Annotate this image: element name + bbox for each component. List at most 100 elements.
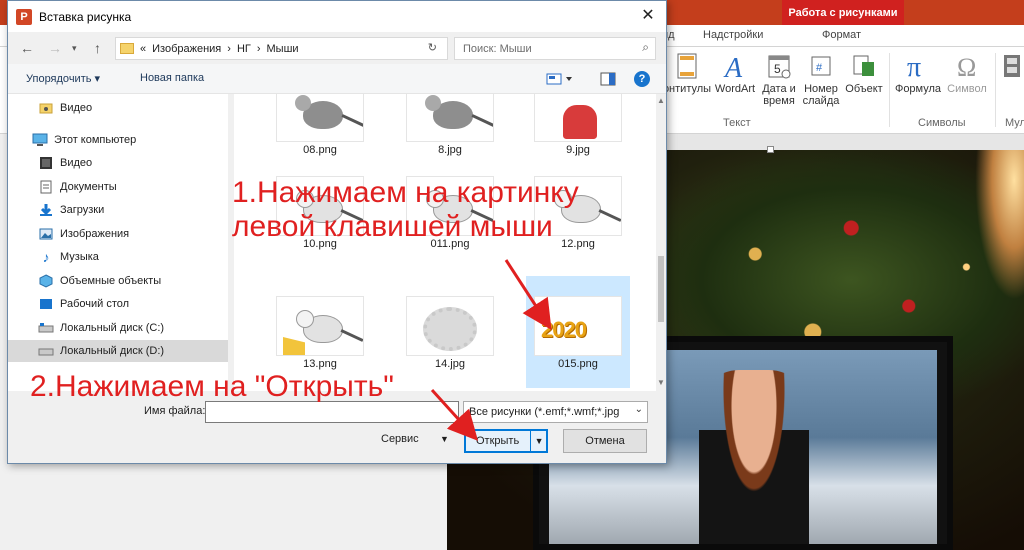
- nav-item-desktop[interactable]: Рабочий стол: [38, 293, 228, 315]
- svg-text:Ω: Ω: [957, 53, 976, 80]
- mouse-image: [295, 95, 343, 129]
- address-bar[interactable]: « Изображения › НГ › Мыши ↻: [115, 37, 448, 60]
- object-icon: [849, 51, 879, 81]
- file-name: 015.png: [558, 358, 598, 370]
- file-item[interactable]: 8.jpg: [398, 94, 502, 174]
- file-thumbnail: [406, 296, 494, 356]
- nav-item-drive-d[interactable]: Локальный диск (D:): [8, 340, 228, 362]
- preview-pane-icon[interactable]: [600, 72, 616, 86]
- file-thumbnail: 2020: [534, 296, 622, 356]
- forward-arrow-icon[interactable]: →: [48, 40, 62, 56]
- file-type-filter[interactable]: Все рисунки (*.emf;*.wmf;*.jpg ⌄: [463, 401, 648, 423]
- search-input[interactable]: Поиск: Мыши ⌕: [454, 37, 656, 60]
- breadcrumb-separator: ›: [256, 42, 261, 55]
- file-name: 9.jpg: [566, 144, 590, 156]
- file-thumbnail: [276, 94, 364, 142]
- nav-item-pictures[interactable]: Изображения: [38, 223, 228, 245]
- date-time-button[interactable]: 5 Дата и время: [760, 51, 798, 107]
- pi-icon: π: [903, 51, 933, 81]
- dialog-title: Вставка рисунка: [39, 9, 132, 24]
- svg-text:A: A: [723, 53, 743, 80]
- file-list-scrollbar[interactable]: ▲ ▼: [656, 94, 666, 391]
- music-icon: ♪: [42, 249, 50, 265]
- file-item[interactable]: 9.jpg: [526, 94, 630, 174]
- file-thumbnail: [534, 94, 622, 142]
- header-footer-button[interactable]: онтитулы: [663, 51, 711, 95]
- tools-dropdown-icon[interactable]: ▼: [440, 434, 449, 444]
- file-item-selected[interactable]: 2020 015.png: [526, 276, 630, 388]
- tab-format[interactable]: Формат: [822, 29, 861, 41]
- refresh-icon[interactable]: ↻: [428, 41, 437, 54]
- nav-item-video[interactable]: Видео: [38, 152, 228, 174]
- symbol-button[interactable]: Ω Символ: [944, 51, 990, 95]
- organize-button[interactable]: Упорядочить ▾: [26, 72, 100, 85]
- breadcrumb-overflow[interactable]: «: [140, 43, 146, 55]
- nav-item-video-top[interactable]: Видео: [38, 97, 228, 119]
- file-item[interactable]: 08.png: [268, 94, 372, 174]
- nav-item-documents[interactable]: Документы: [38, 176, 228, 198]
- nav-item-3d-objects[interactable]: Объемные объекты: [38, 270, 228, 292]
- scroll-down-icon[interactable]: ▼: [657, 378, 665, 387]
- pictures-icon: [38, 227, 54, 241]
- breadcrumb-mice[interactable]: Мыши: [267, 43, 299, 55]
- media-button[interactable]: [1000, 51, 1024, 83]
- selection-handle[interactable]: [767, 146, 774, 153]
- close-icon[interactable]: ✕: [638, 7, 658, 27]
- scrollbar-thumb[interactable]: [658, 256, 664, 322]
- drive-c-icon: [38, 321, 54, 335]
- calendar-icon: 5: [764, 51, 794, 81]
- navigation-bar: ← → ▾ ↑ « Изображения › НГ › Мыши ↻ Поис…: [8, 32, 666, 64]
- wordart-button[interactable]: A WordArt: [710, 51, 760, 95]
- slide-number-button[interactable]: # Номер слайда: [800, 51, 842, 107]
- documents-icon: [38, 180, 54, 194]
- lamp-glow: [975, 150, 1024, 300]
- search-icon: ⌕: [642, 40, 649, 54]
- scroll-up-icon[interactable]: ▲: [657, 96, 665, 105]
- nav-item-music[interactable]: ♪ Музыка: [38, 246, 228, 268]
- mouse-dress-image: [563, 105, 597, 139]
- command-bar: Упорядочить ▾ Новая папка ?: [8, 64, 666, 94]
- open-dropdown-icon[interactable]: ▼: [531, 436, 547, 446]
- back-arrow-icon[interactable]: ←: [20, 40, 34, 56]
- slide-number-icon: #: [806, 51, 836, 81]
- file-name: 14.jpg: [435, 358, 465, 370]
- mouse-image: [296, 310, 343, 343]
- chevron-down-icon: ⌄: [634, 404, 643, 415]
- tools-button[interactable]: Сервис: [381, 433, 419, 445]
- change-view-icon[interactable]: [546, 72, 574, 86]
- equation-button[interactable]: π Формула: [893, 51, 943, 95]
- 3d-objects-icon: [38, 274, 54, 288]
- clock-mice-image: [423, 307, 477, 351]
- file-name: 8.jpg: [438, 144, 462, 156]
- file-item[interactable]: 14.jpg: [398, 290, 502, 388]
- open-button[interactable]: Открыть ▼: [464, 429, 548, 453]
- folder-icon: [120, 43, 134, 54]
- group-label-text: Текст: [723, 117, 751, 129]
- breadcrumb-pictures[interactable]: Изображения: [152, 43, 221, 55]
- tab-addins[interactable]: Надстройки: [703, 29, 763, 41]
- group-label-media: Муль: [1005, 117, 1024, 129]
- breadcrumb-ng[interactable]: НГ: [237, 43, 251, 55]
- group-separator: [995, 53, 996, 127]
- year-2020-image: 2020: [541, 317, 587, 342]
- file-name: 08.png: [303, 144, 337, 156]
- new-folder-button[interactable]: Новая папка: [140, 72, 204, 84]
- breadcrumb-separator: ›: [227, 42, 231, 55]
- downloads-icon: [38, 203, 54, 217]
- object-button[interactable]: Объект: [842, 51, 886, 95]
- mouse-image: [425, 95, 473, 129]
- cheese-image: [283, 337, 305, 355]
- nav-item-this-pc[interactable]: Этот компьютер: [32, 129, 222, 151]
- nav-item-drive-c[interactable]: Локальный диск (C:): [38, 317, 228, 339]
- up-arrow-icon[interactable]: ↑: [94, 40, 101, 56]
- filename-input[interactable]: [205, 401, 459, 423]
- svg-text:#: #: [816, 62, 823, 74]
- navigation-pane: Видео Этот компьютер Видео Документы Заг…: [8, 94, 228, 391]
- group-separator: [889, 53, 890, 127]
- nav-item-downloads[interactable]: Загрузки: [38, 199, 228, 221]
- annotation-step2: 2.Нажимаем на "Открыть": [30, 370, 394, 403]
- recent-dropdown-icon[interactable]: ▾: [72, 43, 77, 54]
- file-thumbnail: [276, 296, 364, 356]
- help-icon[interactable]: ?: [634, 71, 650, 87]
- cancel-button[interactable]: Отмена: [563, 429, 647, 453]
